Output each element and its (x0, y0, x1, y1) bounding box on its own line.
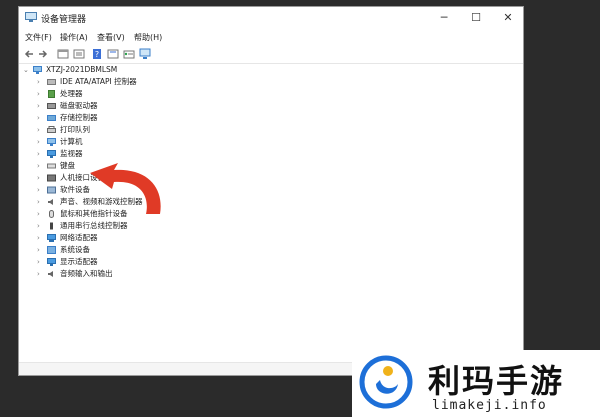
site-logo-icon (358, 354, 414, 410)
watermark: 利玛手游 limakeji.info (352, 350, 600, 417)
watermark-name: 利玛手游 (428, 356, 564, 402)
watermark-url: limakeji.info (432, 398, 547, 413)
